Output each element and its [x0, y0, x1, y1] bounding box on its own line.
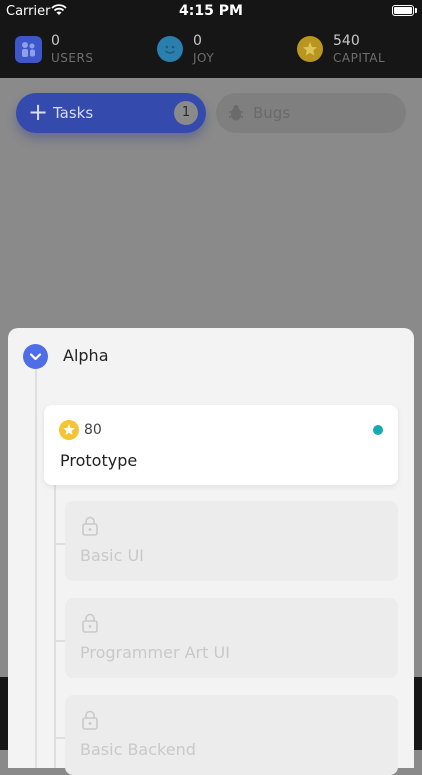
bug-icon: [229, 105, 243, 121]
capital-value: 540: [333, 33, 360, 49]
tab-bugs-label: Bugs: [253, 104, 291, 122]
stats-header: 0 USERS 0 JOY 540 CAPITAL: [0, 22, 422, 78]
lock-icon: [82, 516, 98, 536]
milestone-title: Alpha: [63, 346, 109, 365]
lock-icon: [82, 710, 98, 730]
tab-tasks[interactable]: + Tasks 1: [16, 93, 206, 133]
users-icon: [15, 36, 42, 63]
task-score: 80: [84, 422, 102, 438]
locked-task-name: Basic UI: [80, 546, 144, 565]
tasks-count-badge: 1: [174, 101, 198, 125]
tree-line: [35, 369, 37, 768]
battery-icon: [392, 5, 417, 16]
star-icon: [59, 420, 79, 440]
tab-tasks-label: Tasks: [53, 104, 94, 122]
locked-task-name: Programmer Art UI: [80, 643, 230, 662]
tab-bugs[interactable]: Bugs: [216, 93, 406, 133]
task-name: Prototype: [60, 451, 138, 470]
clock: 4:15 PM: [179, 3, 243, 19]
lock-icon: [82, 613, 98, 633]
subtree-line: [54, 485, 56, 768]
locked-task-card[interactable]: Basic Backend: [65, 695, 398, 775]
milestone-sheet: Alpha 80 Prototype Basic UI Programmer A…: [8, 328, 414, 775]
users-label: USERS: [51, 51, 94, 65]
tree-branch: [54, 737, 65, 739]
plus-icon: +: [28, 98, 49, 126]
locked-task-card[interactable]: Programmer Art UI: [65, 598, 398, 678]
smiley-icon: [157, 36, 183, 62]
tree-branch: [54, 543, 65, 545]
tree-branch: [54, 640, 65, 642]
status-bar: Carrier 4:15 PM: [0, 0, 422, 22]
locked-task-card[interactable]: Basic UI: [65, 501, 398, 581]
collapse-button[interactable]: [23, 344, 48, 369]
status-dot: [373, 425, 383, 435]
capital-label: CAPITAL: [333, 51, 386, 65]
star-coin-icon: [297, 36, 323, 62]
chevron-down-icon: [29, 353, 42, 361]
users-value: 0: [51, 33, 60, 49]
joy-value: 0: [193, 33, 202, 49]
joy-label: JOY: [193, 51, 215, 65]
task-card[interactable]: 80 Prototype: [44, 405, 398, 485]
